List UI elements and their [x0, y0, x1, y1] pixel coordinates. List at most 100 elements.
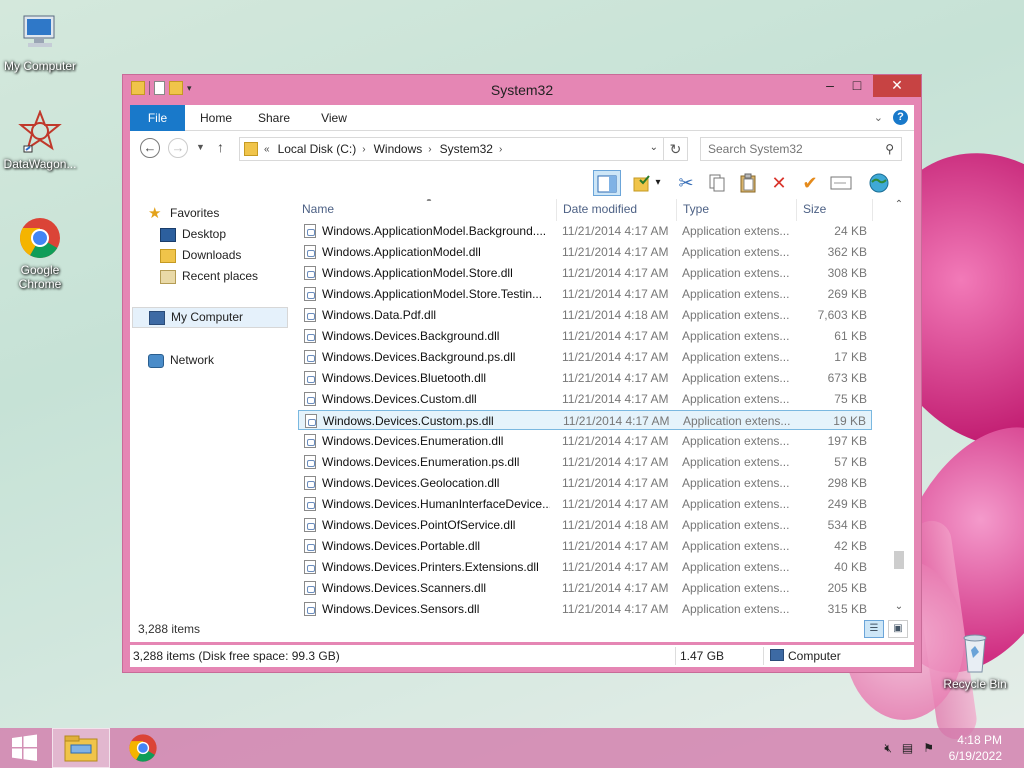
- tab-home[interactable]: Home: [194, 105, 238, 131]
- desktop-icon-google-chrome[interactable]: Google Chrome: [0, 216, 80, 291]
- tab-file[interactable]: File: [130, 105, 185, 131]
- file-row[interactable]: Windows.Devices.Custom.ps.dll 11/21/2014 …: [298, 410, 872, 430]
- breadcrumb-local-disk[interactable]: Local Disk (C:): [278, 142, 357, 156]
- breadcrumb-windows[interactable]: Windows: [374, 142, 423, 156]
- start-button[interactable]: [0, 728, 58, 768]
- forward-button[interactable]: →: [168, 138, 188, 158]
- properties-button[interactable]: [865, 170, 893, 196]
- address-bar[interactable]: « Local Disk (C:) › Windows › System32 ›…: [239, 137, 664, 161]
- file-row[interactable]: Windows.Devices.Enumeration.dll 11/21/201…: [298, 431, 872, 451]
- maximize-button[interactable]: □: [843, 75, 871, 97]
- vertical-scrollbar[interactable]: ⌃ ⌄: [890, 199, 908, 617]
- taskbar-file-explorer[interactable]: [52, 728, 110, 768]
- large-icons-view-button[interactable]: ▣: [888, 620, 908, 638]
- recent-locations-chevron-icon[interactable]: ▼: [196, 142, 205, 152]
- expand-ribbon-chevron-icon[interactable]: ⌄: [874, 111, 883, 124]
- volume-muted-icon[interactable]: 🔇︎: [884, 741, 892, 756]
- desktop-icon: [160, 227, 176, 242]
- details-view-button[interactable]: ☰: [864, 620, 884, 638]
- nav-label: My Computer: [171, 310, 244, 324]
- file-name: Windows.Devices.Geolocation.dll: [322, 476, 500, 490]
- dll-file-icon: [304, 371, 316, 385]
- file-row[interactable]: Windows.Devices.Printers.Extensions.dll 1…: [298, 557, 872, 577]
- file-name: Windows.Devices.Portable.dll: [322, 539, 481, 553]
- file-type: Application extens...: [682, 350, 790, 364]
- nav-my-computer[interactable]: My Computer: [132, 307, 288, 328]
- column-divider[interactable]: [796, 199, 797, 221]
- file-name: Windows.Devices.Custom.ps.dll: [323, 414, 494, 428]
- file-row[interactable]: Windows.Devices.Scanners.dll 11/21/2014 4…: [298, 578, 872, 598]
- desktop-icon-datawagon[interactable]: DataWagon...: [0, 109, 80, 171]
- dll-file-icon: [304, 581, 316, 595]
- desktop-icon-my-computer[interactable]: My Computer: [0, 12, 80, 73]
- nav-downloads[interactable]: Downloads: [160, 245, 241, 266]
- file-row[interactable]: Windows.Devices.Custom.dll 11/21/2014 4:1…: [298, 389, 872, 409]
- tab-view[interactable]: View: [313, 105, 355, 131]
- file-name: Windows.Devices.PointOfService.dll: [322, 518, 516, 532]
- refresh-button[interactable]: ↻: [664, 137, 688, 161]
- paste-button[interactable]: [734, 170, 762, 196]
- file-type: Application extens...: [682, 287, 790, 301]
- title-bar[interactable]: ▾ System32 – □ ✕: [123, 75, 921, 105]
- file-row[interactable]: Windows.Devices.PointOfService.dll 11/21/…: [298, 515, 872, 535]
- breadcrumb-separator-icon[interactable]: ›: [428, 144, 431, 155]
- file-row[interactable]: Windows.Devices.Geolocation.dll 11/21/201…: [298, 473, 872, 493]
- folder-options-dropdown-icon[interactable]: ▾: [650, 170, 666, 196]
- file-row[interactable]: Windows.ApplicationModel.Background.... 1…: [298, 221, 872, 241]
- column-divider[interactable]: [872, 199, 873, 221]
- breadcrumb-separator-icon[interactable]: ›: [362, 144, 365, 155]
- clock[interactable]: 4:18 PM 6/19/2022: [949, 732, 1002, 764]
- file-row[interactable]: Windows.Devices.Enumeration.ps.dll 11/21/…: [298, 452, 872, 472]
- search-box[interactable]: ⚲: [700, 137, 902, 161]
- nav-desktop[interactable]: Desktop: [160, 224, 226, 245]
- copy-button[interactable]: [703, 170, 731, 196]
- column-header-size[interactable]: Size: [803, 202, 826, 216]
- nav-recent-places[interactable]: Recent places: [160, 266, 258, 287]
- file-row[interactable]: Windows.ApplicationModel.Store.dll 11/21/…: [298, 263, 872, 283]
- minimize-button[interactable]: –: [816, 75, 844, 97]
- address-dropdown-icon[interactable]: ⌄: [650, 142, 658, 153]
- file-row[interactable]: Windows.Data.Pdf.dll 11/21/2014 4:18 AM Ap…: [298, 305, 872, 325]
- cut-button[interactable]: ✂: [672, 170, 700, 196]
- file-date-modified: 11/21/2014 4:17 AM: [562, 287, 669, 301]
- nav-label: Desktop: [182, 227, 227, 241]
- search-input[interactable]: [701, 138, 871, 160]
- scroll-down-icon[interactable]: ⌄: [890, 601, 908, 617]
- address-overflow[interactable]: «: [264, 144, 270, 155]
- search-icon[interactable]: ⚲: [885, 142, 894, 156]
- scroll-up-icon[interactable]: ⌃: [890, 199, 908, 215]
- column-header-type[interactable]: Type: [683, 202, 709, 216]
- column-header-name[interactable]: Name: [302, 202, 334, 216]
- rename-button[interactable]: [827, 170, 855, 196]
- delete-button[interactable]: ✕: [765, 170, 793, 196]
- file-row[interactable]: Windows.Devices.Portable.dll 11/21/2014 4…: [298, 536, 872, 556]
- help-icon[interactable]: ?: [893, 110, 908, 125]
- preview-pane-button[interactable]: [593, 170, 621, 196]
- taskbar-google-chrome[interactable]: [114, 728, 172, 768]
- file-date-modified: 11/21/2014 4:17 AM: [562, 245, 669, 259]
- column-divider[interactable]: [556, 199, 557, 221]
- up-button[interactable]: ↑: [217, 139, 224, 155]
- back-button[interactable]: ←: [140, 138, 160, 158]
- file-row[interactable]: Windows.ApplicationModel.Store.Testin...…: [298, 284, 872, 304]
- column-header-date[interactable]: Date modified: [563, 202, 637, 216]
- file-row[interactable]: Windows.Devices.Sensors.dll 11/21/2014 4:…: [298, 599, 872, 617]
- file-row[interactable]: Windows.Devices.Background.dll 11/21/2014…: [298, 326, 872, 346]
- close-button[interactable]: ✕: [873, 75, 921, 97]
- file-row[interactable]: Windows.Devices.HumanInterfaceDevice....…: [298, 494, 872, 514]
- nav-favorites[interactable]: ★ Favorites: [148, 203, 219, 224]
- breadcrumb-system32[interactable]: System32: [440, 142, 493, 156]
- select-button[interactable]: ✔: [796, 170, 824, 196]
- file-row[interactable]: Windows.ApplicationModel.dll 11/21/2014 4…: [298, 242, 872, 262]
- network-status-icon[interactable]: ▤: [902, 741, 913, 756]
- desktop-icon-recycle-bin[interactable]: Recycle Bin: [935, 630, 1015, 691]
- file-row[interactable]: Windows.Devices.Bluetooth.dll 11/21/2014 …: [298, 368, 872, 388]
- column-divider[interactable]: [676, 199, 677, 221]
- scrollbar-thumb[interactable]: [894, 551, 904, 569]
- file-row[interactable]: Windows.Devices.Background.ps.dll 11/21/2…: [298, 347, 872, 367]
- tab-share[interactable]: Share: [252, 105, 296, 131]
- dll-file-icon: [304, 497, 316, 511]
- breadcrumb-separator-icon[interactable]: ›: [499, 144, 502, 155]
- nav-network[interactable]: Network: [148, 350, 214, 371]
- action-center-flag-icon[interactable]: ⚑: [923, 741, 934, 756]
